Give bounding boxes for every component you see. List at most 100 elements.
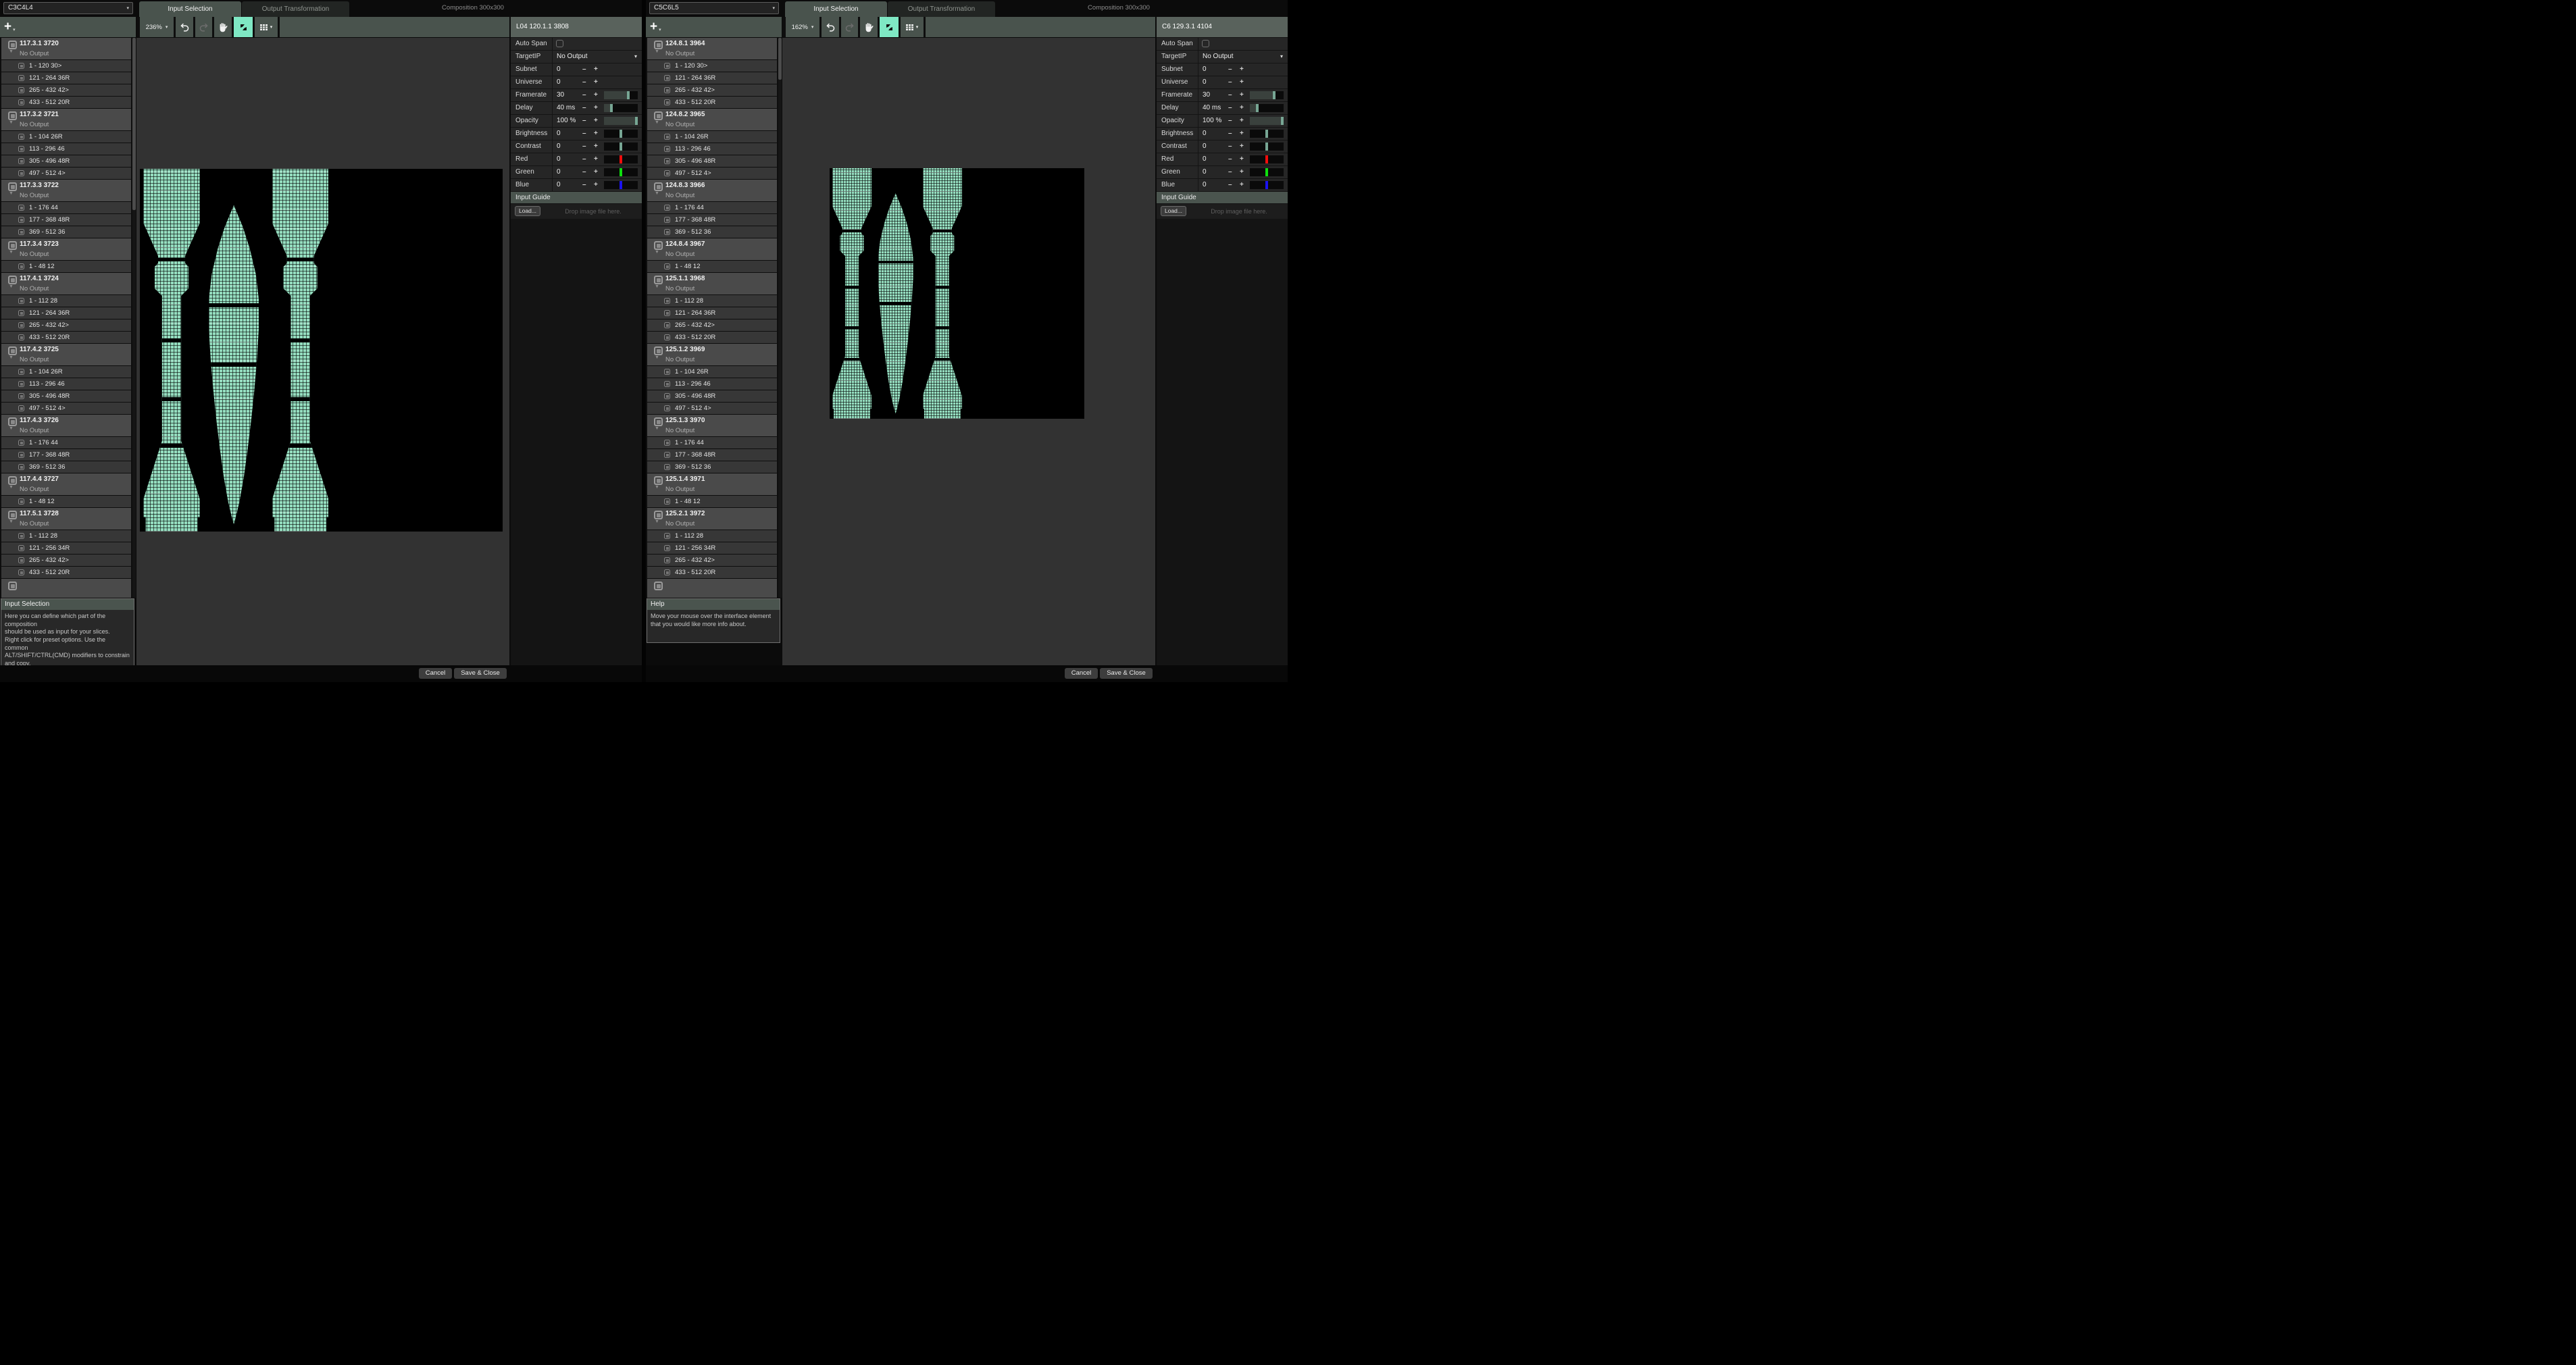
auto-span-checkbox[interactable] xyxy=(1202,40,1209,47)
led-slice-shape[interactable] xyxy=(143,169,199,532)
save-button[interactable]: Save & Close xyxy=(1100,668,1153,679)
property-value-text[interactable]: 0 xyxy=(1203,63,1207,76)
zoom-level-dropdown[interactable]: 236%▾ xyxy=(140,17,174,37)
collapse-triangle-icon[interactable]: ▼ xyxy=(9,485,14,490)
slider-handle[interactable] xyxy=(620,181,622,189)
decrement-button[interactable]: – xyxy=(1228,140,1232,153)
property-slider[interactable] xyxy=(604,117,638,125)
fixture-channel-row[interactable]: 369 - 512 36 xyxy=(647,461,777,473)
collapse-triangle-icon[interactable]: ▼ xyxy=(9,250,14,255)
property-value-text[interactable]: 100 % xyxy=(557,115,576,127)
fixture-channel-row[interactable]: 497 - 512 4> xyxy=(1,168,131,179)
slider-handle[interactable] xyxy=(1265,143,1268,151)
fixture-channel-row[interactable]: 305 - 496 48R xyxy=(1,155,131,167)
fixture-channel-row[interactable]: 265 - 432 42> xyxy=(647,84,777,96)
decrement-button[interactable]: – xyxy=(1228,115,1232,127)
fixture-channel-row[interactable]: 1 - 112 28 xyxy=(647,295,777,307)
slider-handle[interactable] xyxy=(1256,104,1259,112)
fixture-channel-row[interactable]: 305 - 496 48R xyxy=(1,390,131,402)
fixture-channel-row[interactable]: 265 - 432 42> xyxy=(1,319,131,331)
decrement-button[interactable]: – xyxy=(582,76,586,88)
collapse-triangle-icon[interactable]: ▼ xyxy=(9,284,14,289)
fixture-channel-row[interactable]: 121 - 264 36R xyxy=(1,307,131,319)
increment-button[interactable]: + xyxy=(1240,179,1244,191)
fixture-channel-row[interactable]: 1 - 104 26R xyxy=(647,131,777,143)
fixture-channel-row[interactable]: 113 - 296 46 xyxy=(1,143,131,155)
fixture-group-header[interactable]: 117.4.2 3725▼No Output xyxy=(1,344,131,365)
slider-handle[interactable] xyxy=(1265,155,1268,163)
increment-button[interactable]: + xyxy=(1240,63,1244,76)
decrement-button[interactable]: – xyxy=(1228,128,1232,140)
fixture-group-header[interactable]: 117.3.4 3723▼No Output xyxy=(1,238,131,260)
decrement-button[interactable]: – xyxy=(1228,76,1232,88)
fixture-channel-row[interactable]: 265 - 432 42> xyxy=(647,555,777,566)
redo-button[interactable] xyxy=(841,17,858,37)
decrement-button[interactable]: – xyxy=(582,115,586,127)
fixture-group-header[interactable]: 125.1.2 3969▼No Output xyxy=(647,344,777,365)
tab-input-selection[interactable]: Input Selection xyxy=(139,1,241,17)
tab-output-transformation[interactable]: Output Transformation xyxy=(888,1,995,17)
fixture-channel-row[interactable]: 265 - 432 42> xyxy=(647,319,777,331)
slider-handle[interactable] xyxy=(1265,130,1268,138)
property-slider[interactable] xyxy=(604,168,638,176)
fixture-channel-row[interactable]: 1 - 120 30> xyxy=(647,60,777,72)
property-value-text[interactable]: 0 xyxy=(557,63,561,76)
increment-button[interactable]: + xyxy=(1240,140,1244,153)
fixture-channel-row[interactable]: 177 - 368 48R xyxy=(1,449,131,461)
property-slider[interactable] xyxy=(604,104,638,112)
property-value-text[interactable]: 30 xyxy=(1203,89,1210,101)
fixture-channel-row[interactable]: 265 - 432 42> xyxy=(1,555,131,566)
increment-button[interactable]: + xyxy=(594,76,598,88)
decrement-button[interactable]: – xyxy=(1228,153,1232,165)
slider-handle[interactable] xyxy=(635,117,638,125)
slider-handle[interactable] xyxy=(1265,168,1268,176)
fixture-group-header[interactable] xyxy=(647,579,777,598)
slider-handle[interactable] xyxy=(1281,117,1284,125)
decrement-button[interactable]: – xyxy=(582,63,586,76)
fixture-group-header[interactable]: 125.1.1 3968▼No Output xyxy=(647,273,777,294)
drop-image-target[interactable]: Drop image file here. xyxy=(549,204,638,219)
property-value-text[interactable]: 30 xyxy=(557,89,564,101)
fixture-channel-row[interactable]: 433 - 512 20R xyxy=(1,567,131,578)
property-value-text[interactable]: 40 ms xyxy=(1203,102,1221,114)
increment-button[interactable]: + xyxy=(594,63,598,76)
fixture-channel-row[interactable]: 121 - 264 36R xyxy=(647,307,777,319)
led-slice-shape[interactable] xyxy=(878,168,913,419)
fixture-channel-row[interactable]: 1 - 112 28 xyxy=(647,530,777,542)
property-value-text[interactable]: 0 xyxy=(1203,76,1207,88)
increment-button[interactable]: + xyxy=(594,128,598,140)
collapse-triangle-icon[interactable]: ▼ xyxy=(9,519,14,524)
slider-handle[interactable] xyxy=(620,155,622,163)
mapping-canvas[interactable] xyxy=(136,38,509,665)
fixture-group-header[interactable]: 117.3.1 3720▼No Output xyxy=(1,38,131,59)
hand-pan-tool-button[interactable] xyxy=(214,17,232,37)
slider-handle[interactable] xyxy=(610,104,613,112)
fixture-group-header[interactable]: 117.4.1 3724▼No Output xyxy=(1,273,131,294)
decrement-button[interactable]: – xyxy=(1228,102,1232,114)
decrement-button[interactable]: – xyxy=(582,140,586,153)
property-value-text[interactable]: 0 xyxy=(557,76,561,88)
fixture-channel-row[interactable]: 497 - 512 4> xyxy=(1,403,131,414)
fixture-channel-row[interactable]: 433 - 512 20R xyxy=(647,332,777,343)
slider-handle[interactable] xyxy=(627,91,630,99)
property-value-text[interactable]: 100 % xyxy=(1203,115,1221,127)
fixture-channel-row[interactable]: 369 - 512 36 xyxy=(1,226,131,238)
fixture-channel-row[interactable]: 369 - 512 36 xyxy=(647,226,777,238)
fixture-channel-row[interactable]: 1 - 176 44 xyxy=(1,437,131,448)
fixture-channel-row[interactable]: 1 - 112 28 xyxy=(1,295,131,307)
increment-button[interactable]: + xyxy=(1240,76,1244,88)
property-value-text[interactable]: 0 xyxy=(557,179,561,191)
fixture-channel-row[interactable]: 121 - 256 34R xyxy=(1,542,131,554)
zoom-level-dropdown[interactable]: 162%▾ xyxy=(786,17,819,37)
fixture-group-header[interactable] xyxy=(1,579,131,598)
grid-tool-button[interactable]: ▾ xyxy=(255,17,278,37)
property-value-text[interactable]: 40 ms xyxy=(557,102,575,114)
collapse-triangle-icon[interactable]: ▼ xyxy=(655,426,659,431)
fixture-channel-row[interactable]: 265 - 432 42> xyxy=(1,84,131,96)
load-image-button[interactable]: Load... xyxy=(515,206,540,216)
property-value-text[interactable]: 0 xyxy=(557,166,561,178)
property-value-text[interactable]: 0 xyxy=(1203,140,1207,153)
tab-output-transformation[interactable]: Output Transformation xyxy=(242,1,349,17)
fixture-channel-row[interactable]: 369 - 512 36 xyxy=(1,461,131,473)
fixture-channel-row[interactable]: 433 - 512 20R xyxy=(647,567,777,578)
